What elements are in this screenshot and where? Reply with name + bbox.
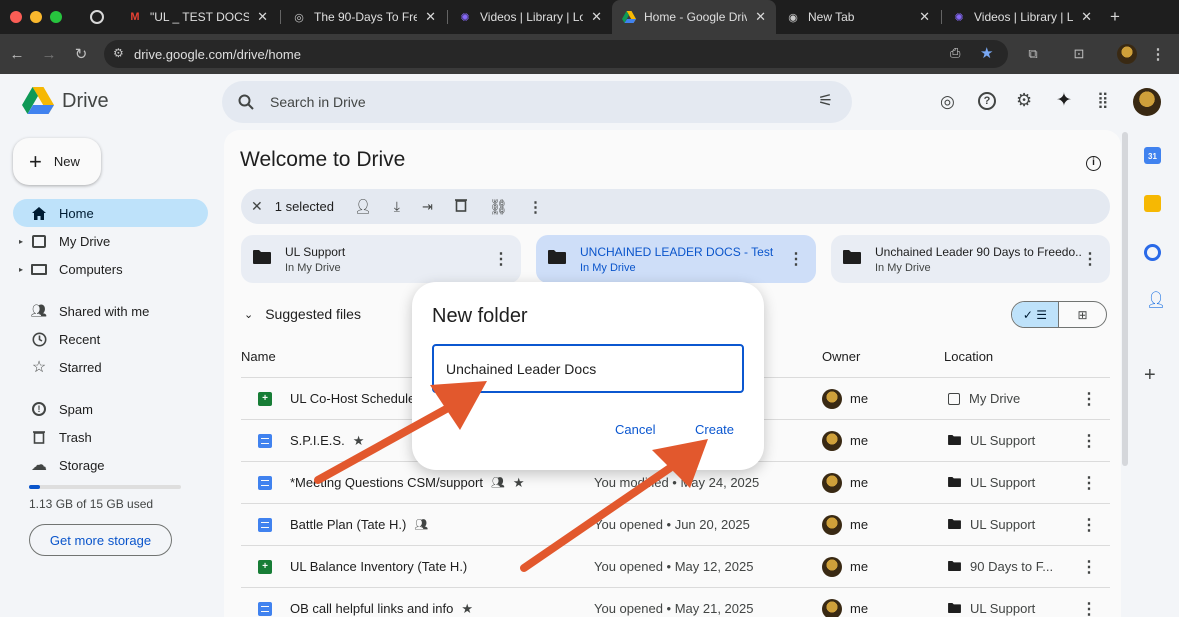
new-folder-dialog: New folder Unchained Leader Docs Cancel … bbox=[412, 282, 764, 470]
folder-name-input-value: Unchained Leader Docs bbox=[446, 360, 597, 377]
cancel-button[interactable]: Cancel bbox=[615, 422, 655, 437]
create-button[interactable]: Create bbox=[695, 422, 734, 437]
folder-name-input[interactable]: Unchained Leader Docs bbox=[432, 344, 744, 393]
dialog-title: New folder bbox=[432, 305, 528, 327]
